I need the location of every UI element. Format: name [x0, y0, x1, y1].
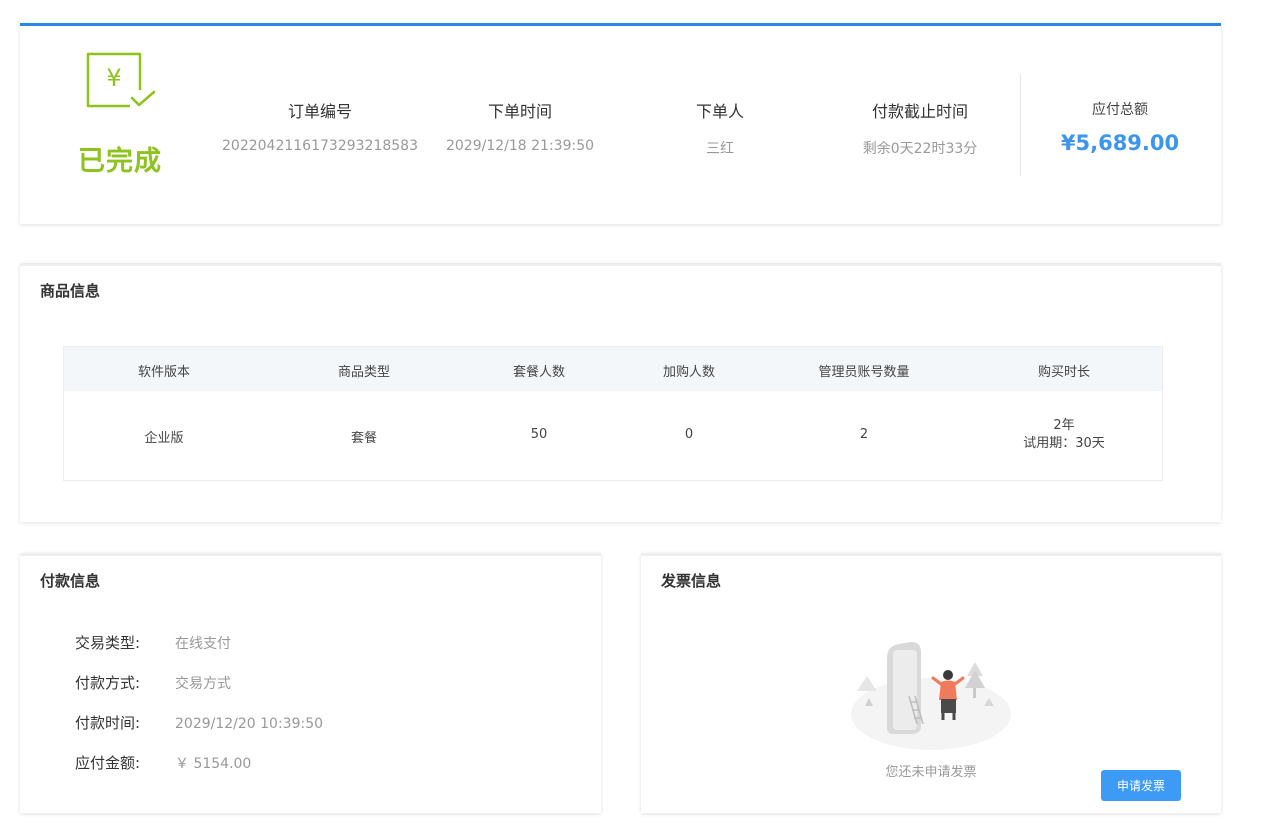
payment-row-value: ￥ 5154.00 [175, 756, 252, 772]
table-cell-package-users: 50 [530, 427, 548, 442]
payment-deadline-value: 剩余0天22时33分 [862, 141, 978, 157]
payment-row-value: 2029/12/20 10:39:50 [175, 716, 324, 732]
table-header: 管理员账号数量 [818, 365, 910, 380]
order-status: 已完成 [78, 146, 162, 177]
trial-value: 试用期：30天 [1023, 436, 1105, 451]
table-header: 商品类型 [337, 365, 390, 380]
orderer-label: 下单人 [695, 102, 744, 121]
payment-row-value: 交易方式 [175, 676, 231, 692]
payment-row-amount: 应付金额: ￥ 5154.00 [75, 752, 251, 773]
order-time-label: 下单时间 [487, 102, 552, 121]
table-cell-duration: 2年 试用期：30天 [964, 417, 1164, 453]
payment-row-label: 应付金额: [75, 754, 141, 772]
total-amount-value: ¥5,689.00 [1060, 131, 1180, 155]
order-time-value: 2029/12/18 21:39:50 [445, 138, 595, 154]
payment-row-value: 在线支付 [175, 636, 231, 652]
table-header: 加购人数 [662, 365, 715, 380]
divider [1020, 74, 1021, 176]
duration-value: 2年 [1053, 418, 1075, 433]
table-header: 套餐人数 [512, 365, 565, 380]
svg-text:¥: ¥ [106, 64, 121, 92]
table-cell-type: 套餐 [350, 431, 377, 446]
table-cell-admin-accounts: 2 [859, 427, 869, 442]
order-status-card: ¥ 已完成 订单编号 2022042116173293218583 下单时间 2… [20, 23, 1221, 224]
order-number-label: 订单编号 [287, 102, 352, 121]
payment-row-label: 付款方式: [75, 674, 141, 692]
payment-info-card: 付款信息 交易类型: 在线支付 付款方式: 交易方式 付款时间: 2029/12/20… [20, 553, 601, 813]
empty-state-illustration-icon [851, 642, 1011, 750]
payment-deadline-label: 付款截止时间 [871, 102, 968, 121]
payment-deadline-field: 付款截止时间 剩余0天22时33分 [840, 98, 1000, 158]
yen-check-icon: ¥ [86, 52, 156, 108]
product-info-card: 商品信息 软件版本 商品类型 套餐人数 加购人数 管理员账号数量 购买时长 企业… [20, 263, 1221, 522]
product-table: 软件版本 商品类型 套餐人数 加购人数 管理员账号数量 购买时长 企业版 套餐 … [63, 346, 1163, 481]
order-time-field: 下单时间 2029/12/18 21:39:50 [440, 98, 600, 154]
table-cell-extra-users: 0 [684, 427, 694, 442]
order-number-value: 2022042116173293218583 [222, 138, 418, 154]
total-amount-field: 应付总额 ¥5,689.00 [1048, 99, 1192, 155]
payment-row-method: 付款方式: 交易方式 [75, 672, 231, 693]
invoice-info-title: 发票信息 [661, 572, 722, 590]
payment-row-time: 付款时间: 2029/12/20 10:39:50 [75, 712, 323, 733]
payment-info-title: 付款信息 [40, 572, 101, 590]
order-number-field: 订单编号 2022042116173293218583 [220, 98, 420, 154]
apply-invoice-button[interactable]: 申请发票 [1101, 770, 1181, 801]
payment-row-label: 交易类型: [75, 634, 141, 652]
orderer-value: 三红 [706, 141, 734, 157]
table-header: 软件版本 [137, 365, 190, 380]
orderer-field: 下单人 三红 [660, 98, 780, 158]
table-cell-version: 企业版 [144, 431, 184, 446]
table-header: 购买时长 [1037, 365, 1090, 380]
product-info-title: 商品信息 [40, 282, 101, 300]
payment-row-label: 付款时间: [75, 714, 141, 732]
total-amount-label: 应付总额 [1092, 102, 1148, 118]
invoice-info-card: 发票信息 您还未申请发票 申请发票 [641, 553, 1221, 813]
payment-row-trade-type: 交易类型: 在线支付 [75, 632, 231, 653]
